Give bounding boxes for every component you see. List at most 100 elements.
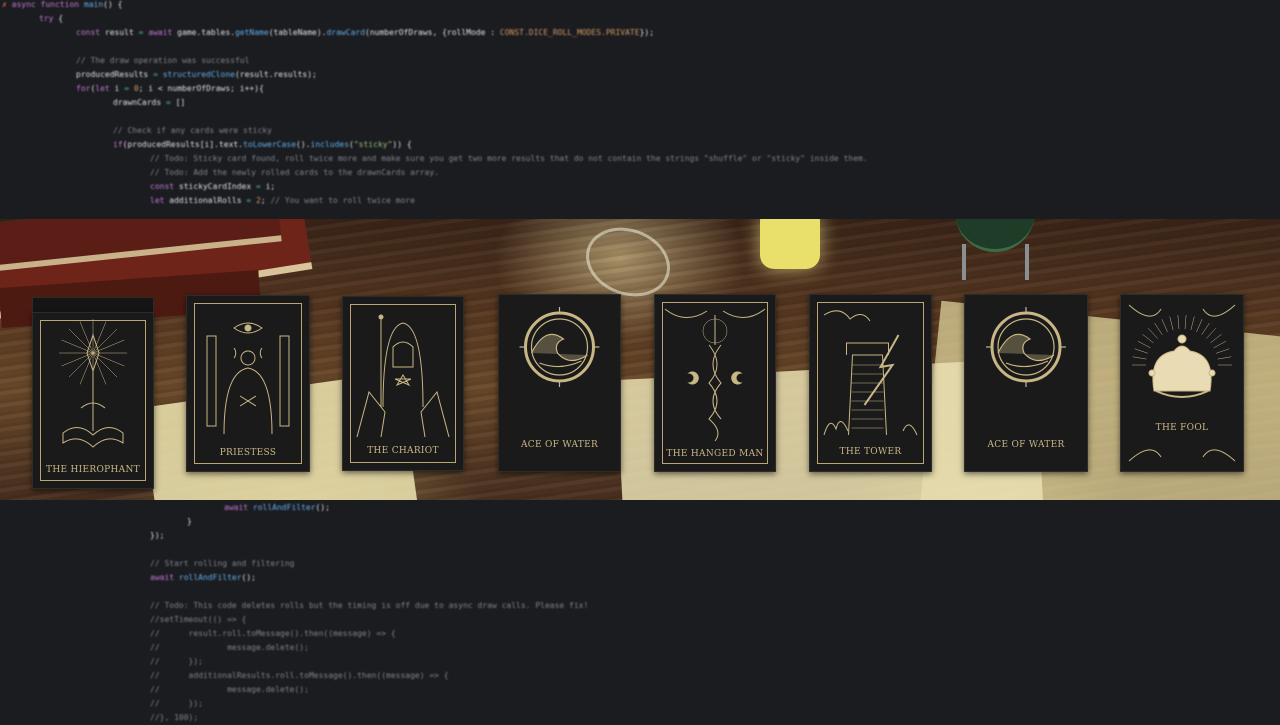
code-line: try { (0, 12, 1280, 26)
code-token: = (124, 84, 134, 93)
code-token: { (58, 14, 64, 23)
code-line: }); (0, 529, 1280, 543)
code-token: let (150, 196, 170, 205)
code-token: (tableName). (268, 28, 327, 37)
code-token: // message.delete(); (150, 643, 309, 652)
code-token: // The draw operation was successful (76, 56, 250, 65)
code-token: result (104, 28, 139, 37)
code-token: }); (639, 28, 655, 37)
code-editor-top: ✗ async function main() {try {const resu… (0, 0, 1280, 208)
code-token: // }); (150, 699, 203, 708)
tarot-card-priestess[interactable]: PRIESTESS (186, 295, 310, 472)
code-token: i (114, 84, 125, 93)
code-line: producedResults = structuredClone(result… (0, 68, 1280, 82)
tarot-card-ace-of-water-1[interactable]: ACE OF WATER (498, 294, 621, 472)
code-token: = (165, 98, 176, 107)
card-title: PRIESTESS (219, 448, 277, 458)
card-title: ACE OF WATER (987, 440, 1065, 450)
code-token: = (246, 196, 256, 205)
card-title: THE HANGED MAN (666, 449, 764, 459)
code-line: // The draw operation was successful (0, 54, 1280, 68)
card-title: THE FOOL (1155, 423, 1209, 433)
code-token: // }); (150, 657, 203, 666)
code-token: structuredClone (162, 70, 235, 79)
code-token: // Todo: Add the newly rolled cards to t… (150, 168, 439, 177)
code-token: ✗ (2, 0, 12, 9)
code-token: CONST.DICE_ROLL_MODES.PRIVATE (499, 28, 640, 37)
code-line: //setTimeout(() => { (0, 613, 1280, 627)
code-line: // additionalResults.roll.toMessage().th… (0, 669, 1280, 683)
code-line: // Todo: Sticky card found, roll twice m… (0, 152, 1280, 166)
code-token: () { (103, 0, 123, 9)
code-token: stickyCardIndex (178, 182, 256, 191)
code-token: await (150, 573, 179, 582)
code-token: "sticky" (353, 140, 393, 149)
code-token: (). (296, 140, 311, 149)
code-token: (producedResults[i].text. (122, 140, 244, 149)
code-line: ✗ async function main() { (0, 0, 1280, 12)
code-line: await rollAndFilter(); (0, 571, 1280, 585)
tarot-card-ace-of-water-2[interactable]: ACE OF WATER (964, 294, 1088, 472)
code-token: // You want to roll twice more (270, 196, 415, 205)
code-token: //}, 100); (150, 713, 199, 722)
code-line: const stickyCardIndex = i; (0, 180, 1280, 194)
code-token: main (83, 0, 104, 9)
code-token: try (39, 14, 59, 23)
code-token: // additionalResults.roll.toMessage().th… (150, 671, 449, 680)
code-token: drawCard (326, 28, 366, 37)
code-token: = (255, 182, 266, 191)
code-token: ; i < numberOfDraws; i++){ (138, 84, 264, 93)
code-token: (result.results); (234, 70, 317, 79)
tarot-card-chariot[interactable]: THE CHARIOT (342, 296, 464, 471)
code-line: // Check if any cards were sticky (0, 124, 1280, 138)
code-token: )) { (392, 140, 412, 149)
card-art-tower (823, 310, 918, 436)
code-token: (); (241, 573, 256, 582)
code-token: }); (150, 531, 165, 540)
code-line: // Todo: This code deletes rolls but the… (0, 599, 1280, 613)
code-line: // result.roll.toMessage().then((message… (0, 627, 1280, 641)
flask-stand (1025, 244, 1029, 280)
code-token: i; (265, 182, 276, 191)
code-line: let additionalRolls = 2; // You want to … (0, 194, 1280, 208)
tarot-card-hanged-man[interactable]: THE HANGED MAN (654, 294, 776, 472)
code-line: // }); (0, 655, 1280, 669)
code-token: await (224, 503, 253, 512)
code-line: } (0, 515, 1280, 529)
card-art-chariot (356, 314, 450, 438)
code-token: (numberOfDraws, {rollMode : (365, 28, 500, 37)
code-token: async function (11, 0, 84, 9)
code-line: drawnCards = [] (0, 96, 1280, 110)
code-token: ; (260, 196, 271, 205)
code-token: // Check if any cards were sticky (113, 126, 272, 135)
code-token: getName (234, 28, 269, 37)
card-title: THE HIEROPHANT (46, 465, 140, 475)
tarot-card-hierophant[interactable]: THE HIEROPHANT (32, 312, 154, 489)
code-line: if(producedResults[i].text.toLowerCase()… (0, 138, 1280, 152)
code-line: // }); (0, 697, 1280, 711)
code-line: //}, 100); (0, 711, 1280, 725)
code-editor-bottom: await rollAndFilter();}});// Start rolli… (0, 501, 1280, 725)
code-token: // Start rolling and filtering (150, 559, 295, 568)
code-token: for (76, 84, 91, 93)
code-token: //setTimeout(() => { (150, 615, 247, 624)
code-line: const result = await game.tables.getName… (0, 26, 1280, 40)
code-token: if (113, 140, 123, 149)
tarot-card-tower[interactable]: THE TOWER (809, 294, 932, 472)
code-token: rollAndFilter (252, 503, 316, 512)
code-token: const (150, 182, 179, 191)
code-line: for(let i = 0; i < numberOfDraws; i++){ (0, 82, 1280, 96)
card-title: THE TOWER (839, 447, 902, 457)
code-token: additionalRolls (169, 196, 247, 205)
tarot-card-fool[interactable]: THE FOOL (1120, 294, 1244, 472)
card-art-hanged (664, 308, 766, 442)
card-art-priestess (206, 322, 290, 435)
code-token: game.tables. (177, 28, 235, 37)
code-token: = (153, 70, 163, 79)
code-token: await (148, 28, 178, 37)
code-token: let (95, 84, 115, 93)
card-title: THE CHARIOT (367, 446, 439, 456)
